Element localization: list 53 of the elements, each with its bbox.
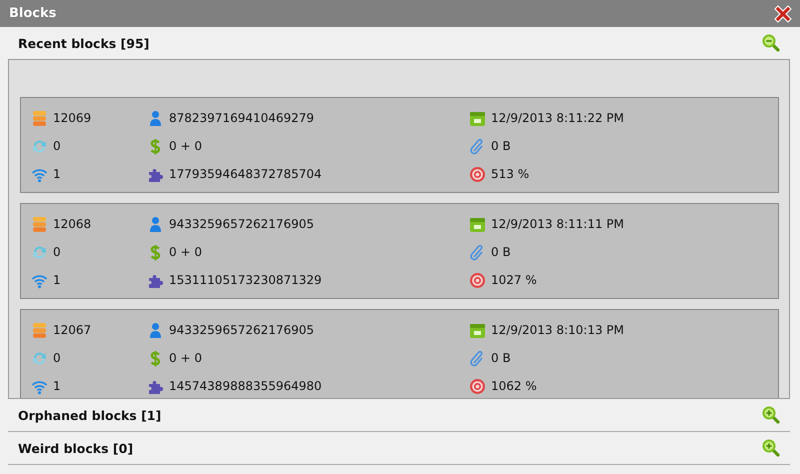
block-value: 12069 <box>53 111 92 125</box>
block-value: 0 <box>53 139 61 153</box>
block-value: 12/9/2013 8:11:11 PM <box>491 217 624 231</box>
block-value: 14574389888355964980 <box>169 379 322 393</box>
refresh-icon <box>31 138 48 154</box>
block-value: 1027 % <box>491 273 537 287</box>
zoom-out-icon <box>762 34 780 52</box>
user-icon <box>147 216 164 232</box>
block-value: 0 + 0 <box>169 245 202 259</box>
target-icon <box>469 166 486 182</box>
block-value: 12/9/2013 8:10:13 PM <box>491 323 624 337</box>
target-icon <box>469 272 486 288</box>
close-button[interactable] <box>772 2 794 24</box>
expand-toggle[interactable] <box>762 439 780 457</box>
block-value: 0 B <box>491 245 511 259</box>
block-value: 17793594648372785704 <box>169 167 322 181</box>
expand-toggle[interactable] <box>762 406 780 424</box>
block-value: 1 <box>53 167 61 181</box>
block-value: 0 B <box>491 139 511 153</box>
section-title: Recent blocks [95] <box>18 36 150 50</box>
target-icon <box>469 378 486 394</box>
user-icon <box>147 110 164 126</box>
block-value: 15311105173230871329 <box>169 273 322 287</box>
refresh-icon <box>31 350 48 366</box>
calendar-icon <box>469 110 486 126</box>
block-value: 9433259657262176905 <box>169 217 314 231</box>
calendar-icon <box>469 216 486 232</box>
calendar-icon <box>469 322 486 338</box>
zoom-in-icon <box>762 439 780 457</box>
stack-icon <box>31 216 48 232</box>
block-value: 12068 <box>53 217 92 231</box>
block-value: 12067 <box>53 323 92 337</box>
section-title: Weird blocks [0] <box>18 440 134 456</box>
block-value: 1062 % <box>491 379 537 393</box>
section-title: Orphaned blocks [1] <box>18 408 162 422</box>
block-value: 9433259657262176905 <box>169 323 314 337</box>
block-value: 0 + 0 <box>169 351 202 365</box>
refresh-icon <box>31 244 48 260</box>
window-title: Blocks <box>9 6 56 21</box>
block-value: 0 + 0 <box>169 139 202 153</box>
block-value: 1 <box>53 379 61 393</box>
user-icon <box>147 322 164 338</box>
stack-icon <box>31 110 48 126</box>
block-value: 0 B <box>491 351 511 365</box>
block-value: 0 <box>53 351 61 365</box>
expand-toggle[interactable] <box>762 34 780 52</box>
block-value: 12/9/2013 8:11:22 PM <box>491 111 624 125</box>
block-value: 513 % <box>491 167 530 181</box>
block-value: 1 <box>53 273 61 287</box>
block-value: 8782397169410469279 <box>169 111 314 125</box>
block-value: 0 <box>53 245 61 259</box>
stack-icon <box>31 322 48 338</box>
zoom-in-icon <box>762 406 780 424</box>
